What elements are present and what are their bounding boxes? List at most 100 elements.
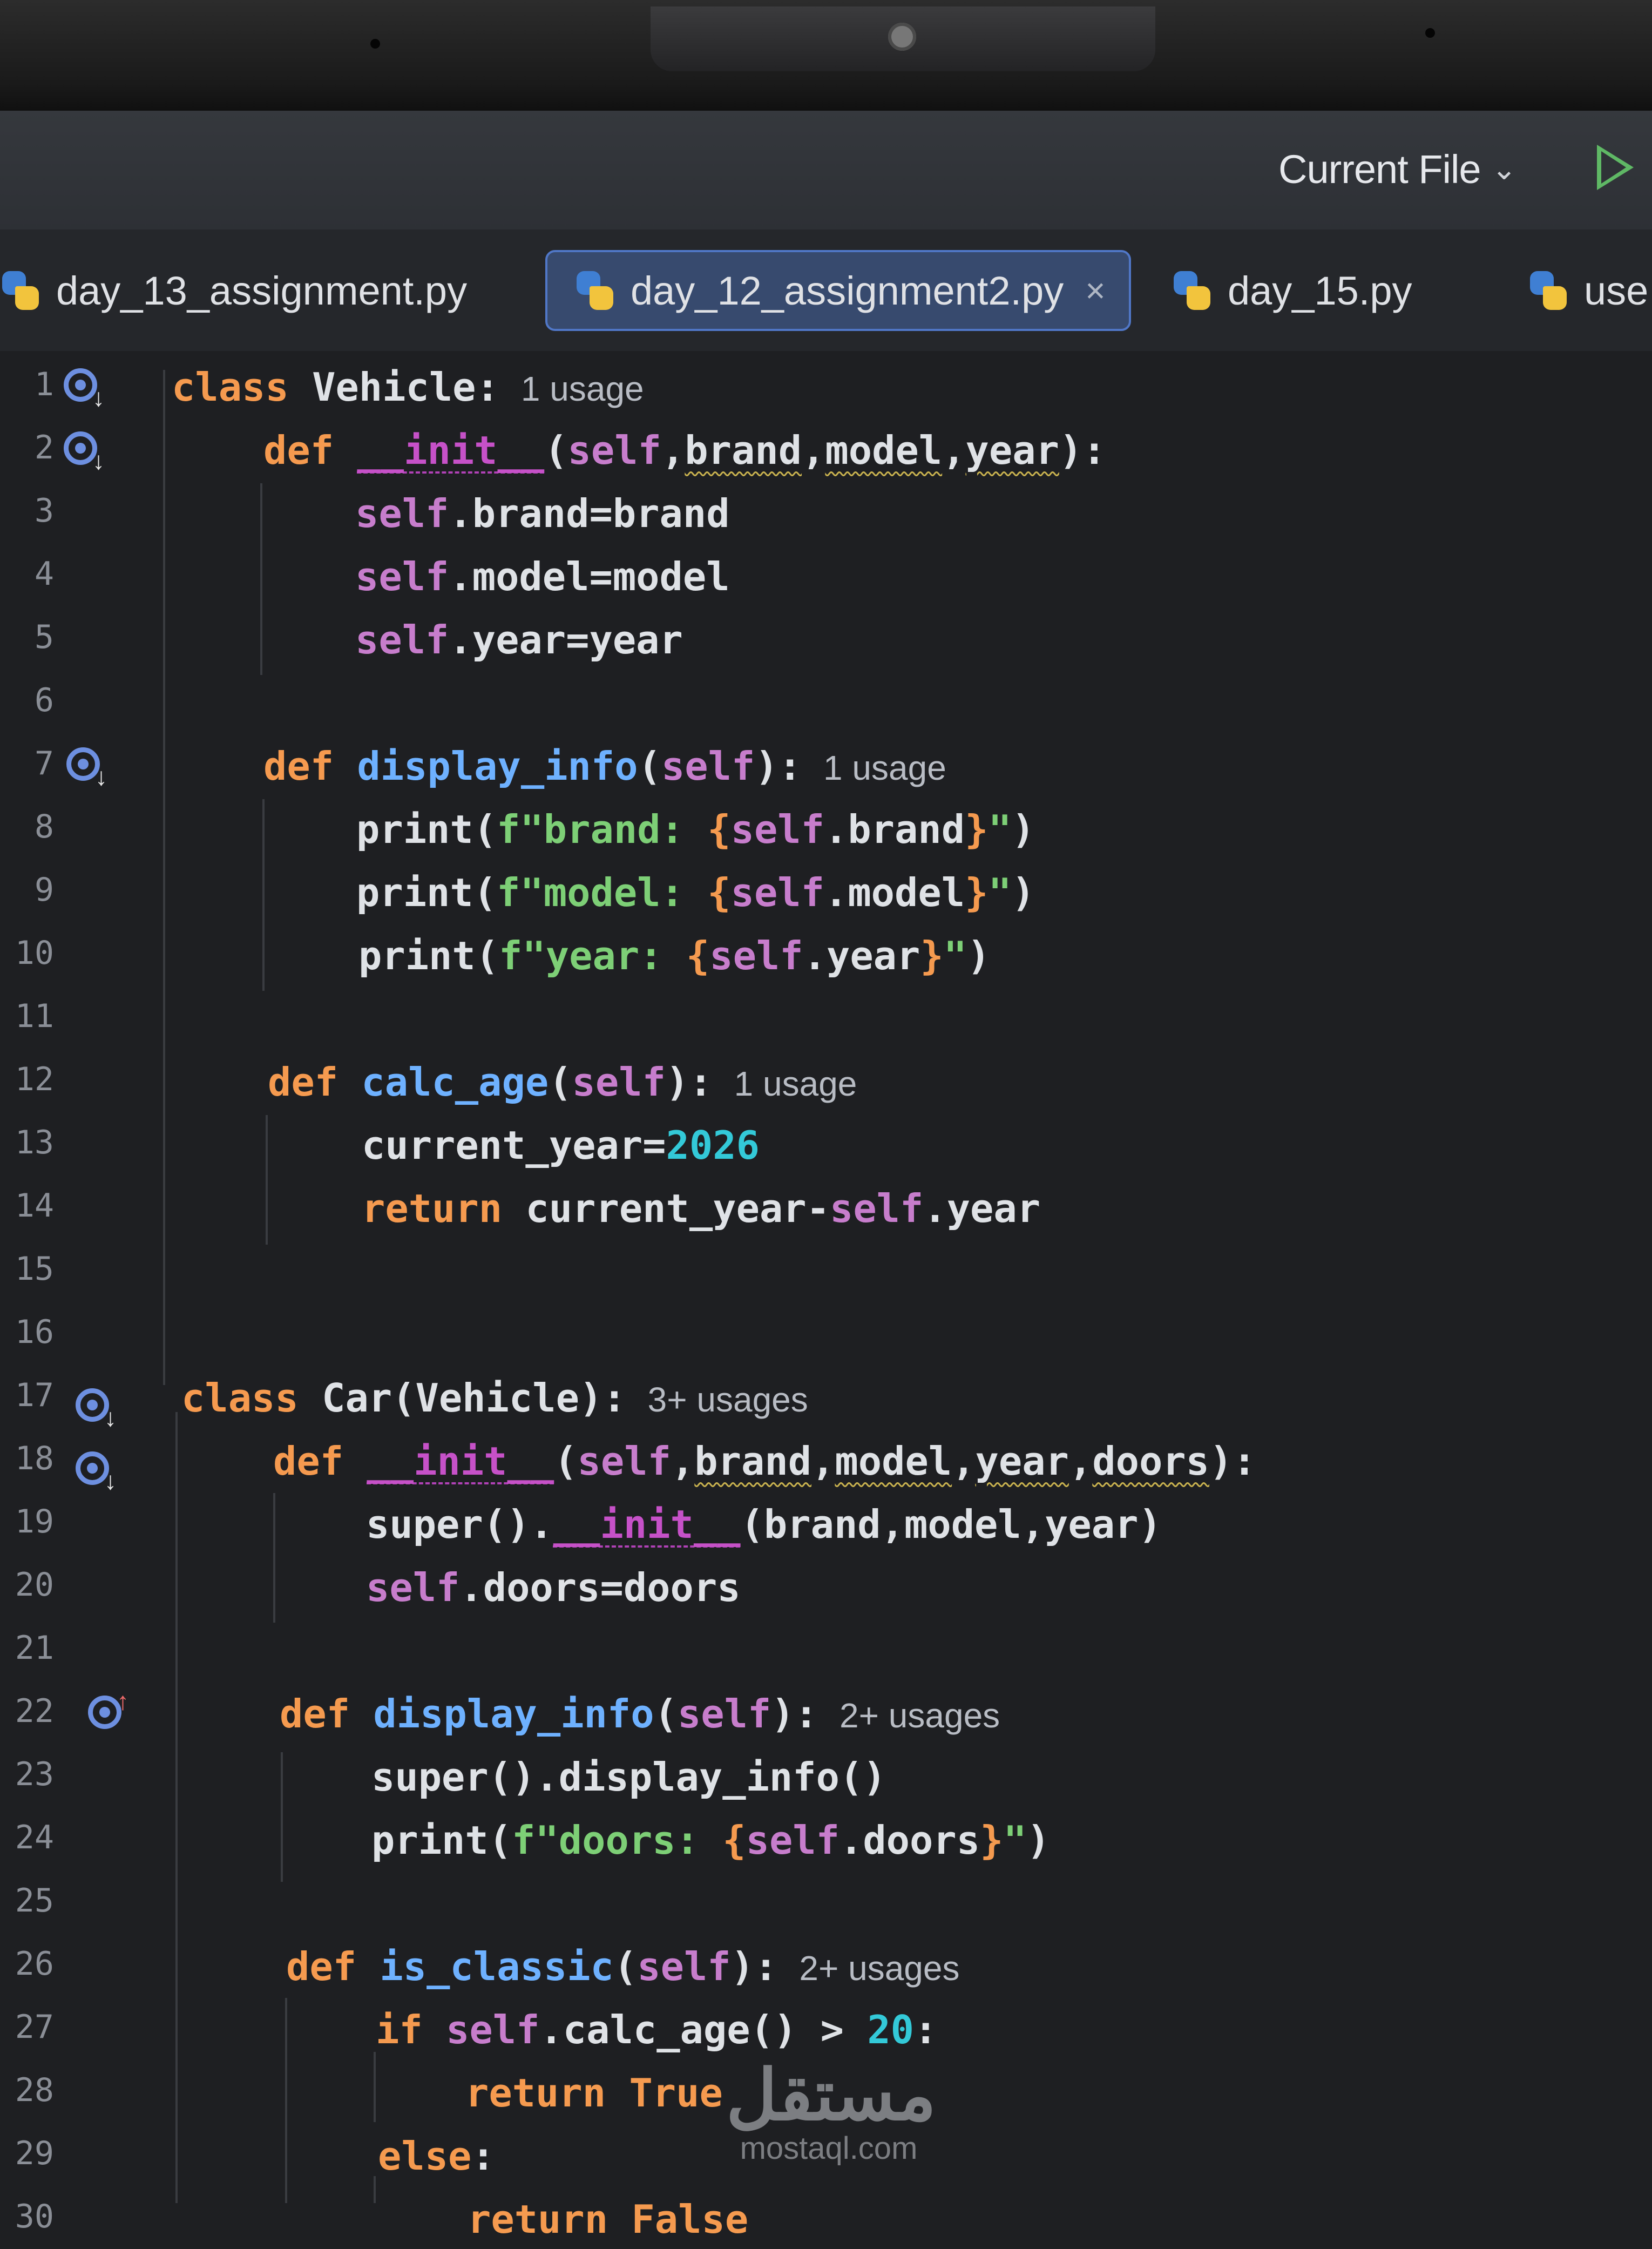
code-line: if self.calc_age() > 20: [376, 2007, 938, 2052]
number-literal: 20 [867, 2007, 915, 2052]
code-line: super().display_info() [371, 1754, 886, 1800]
tab-day-13-assignment[interactable]: day_13_assignment.py [0, 250, 467, 331]
indent-guide [285, 1998, 287, 2203]
play-icon[interactable] [1597, 145, 1634, 190]
webcam-housing [651, 6, 1155, 71]
code-line: else: [378, 2133, 495, 2179]
watermark-site: mostaql.com [740, 2131, 918, 2166]
tab-day-15[interactable]: day_15.py [1172, 250, 1412, 331]
line-number-gutter: 1 2 3 4 5 6 7 8 9 10 11 12 13 14 15 16 1… [0, 351, 129, 2236]
overrides-marker-icon[interactable]: ↑ [88, 1689, 129, 1729]
code-line: print(f"year: {self.year}") [358, 933, 991, 978]
line-number: 23 [15, 1755, 54, 1793]
line-number: 9 [34, 871, 54, 909]
line-number: 30 [15, 2198, 54, 2236]
bezel-sensor [370, 39, 380, 49]
usage-hint[interactable]: 1 usage [734, 1064, 857, 1103]
code-line: return current_year-self.year [362, 1186, 1041, 1231]
line-number: 16 [15, 1313, 54, 1351]
laptop-bezel [0, 0, 1652, 111]
line-number: 2 [34, 429, 54, 467]
indent-guide [374, 2052, 376, 2122]
code-line: class Car(Vehicle): 3+ usages [181, 1375, 808, 1421]
code-line: print(f"brand: {self.brand}") [356, 807, 1035, 852]
python-file-icon [1528, 270, 1569, 311]
line-number: 21 [15, 1629, 54, 1667]
line-number: 13 [15, 1124, 54, 1161]
watermark-arabic: مستقل [726, 2056, 937, 2135]
line-number: 17 [15, 1376, 54, 1414]
indent-guide [163, 370, 165, 1385]
code-line: self.doors=doors [366, 1565, 741, 1610]
code-line: self.year=year [355, 617, 683, 663]
close-icon[interactable]: × [1085, 271, 1105, 310]
code-line: current_year=2026 [362, 1123, 760, 1168]
indent-guide [266, 1115, 268, 1245]
implemented-marker-icon[interactable]: ↓ [66, 747, 107, 789]
implemented-marker-icon[interactable]: ↓ [64, 368, 105, 410]
tab-use[interactable]: use [1528, 250, 1648, 331]
usage-hint[interactable]: 1 usage [521, 369, 644, 408]
line-number: 3 [34, 492, 54, 530]
line-number: 4 [34, 555, 54, 593]
python-file-icon [574, 270, 615, 311]
code-line: print(f"doors: {self.doors}") [371, 1818, 1051, 1863]
usage-hint[interactable]: 2+ usages [839, 1696, 1000, 1735]
code-editor[interactable]: 1 2 3 4 5 6 7 8 9 10 11 12 13 14 15 16 1… [0, 351, 1652, 2242]
line-number: 1 [34, 366, 54, 403]
line-number: 8 [34, 808, 54, 846]
line-number: 19 [15, 1503, 54, 1541]
usage-hint[interactable]: 2+ usages [799, 1949, 959, 1988]
line-number: 14 [15, 1187, 54, 1225]
code-line: def calc_age(self): 1 usage [268, 1059, 857, 1105]
watermark-logo: مستقل mostaql.com [726, 2056, 937, 2166]
line-number: 26 [15, 1945, 54, 1983]
line-number: 28 [15, 2071, 54, 2109]
code-line: class Vehicle: 1 usage [172, 364, 644, 410]
tab-label: use [1584, 268, 1649, 313]
line-number: 7 [34, 745, 54, 782]
line-number: 10 [15, 934, 54, 972]
line-number: 27 [15, 2008, 54, 2046]
indent-guide [281, 1752, 283, 1882]
editor-tab-bar: day_13_assignment.py day_12_assignment2.… [0, 229, 1652, 353]
implemented-marker-icon[interactable]: ↓ [76, 1388, 117, 1430]
indent-guide [260, 483, 262, 675]
code-line: self.brand=brand [355, 491, 730, 536]
implemented-marker-icon[interactable]: ↓ [64, 431, 105, 473]
code-line: print(f"model: {self.model}") [356, 870, 1035, 915]
tab-label: day_15.py [1228, 268, 1412, 313]
usage-hint[interactable]: 1 usage [823, 748, 946, 787]
line-number: 18 [15, 1440, 54, 1477]
line-number: 29 [15, 2135, 54, 2172]
line-number: 11 [15, 997, 54, 1035]
implemented-marker-icon[interactable]: ↓ [76, 1451, 117, 1493]
tab-label: day_13_assignment.py [56, 268, 468, 313]
code-line: def display_info(self): 2+ usages [280, 1691, 1000, 1737]
python-file-icon [0, 270, 41, 311]
line-number: 25 [15, 1882, 54, 1920]
python-file-icon [1172, 270, 1213, 311]
indent-guide [175, 1412, 178, 2203]
number-literal: 2026 [666, 1123, 760, 1168]
usage-hint[interactable]: 3+ usages [648, 1380, 808, 1419]
indent-guide [262, 799, 265, 991]
code-line: def display_info(self): 1 usage [263, 744, 946, 789]
line-number: 20 [15, 1566, 54, 1604]
line-number: 5 [34, 618, 54, 656]
tab-day-12-assignment2[interactable]: day_12_assignment2.py × [545, 250, 1131, 331]
line-number: 24 [15, 1819, 54, 1856]
chevron-down-icon: ⌄ [1491, 152, 1517, 186]
code-line: return True [465, 2070, 723, 2116]
code-line: def __init__(self,brand,model,year,doors… [273, 1438, 1256, 1484]
code-line: self.model=model [355, 554, 730, 599]
line-number: 6 [34, 681, 54, 719]
run-configuration-selector[interactable]: Current File ⌄ [1278, 142, 1516, 196]
code-line: def is_classic(self): 2+ usages [286, 1944, 960, 1989]
bezel-sensor [1425, 28, 1435, 38]
indent-guide [374, 2176, 376, 2203]
line-number: 12 [15, 1061, 54, 1098]
tab-label: day_12_assignment2.py [631, 268, 1064, 313]
code-line: def __init__(self,brand,model,year): [263, 428, 1106, 473]
run-configuration-label: Current File [1278, 146, 1481, 192]
